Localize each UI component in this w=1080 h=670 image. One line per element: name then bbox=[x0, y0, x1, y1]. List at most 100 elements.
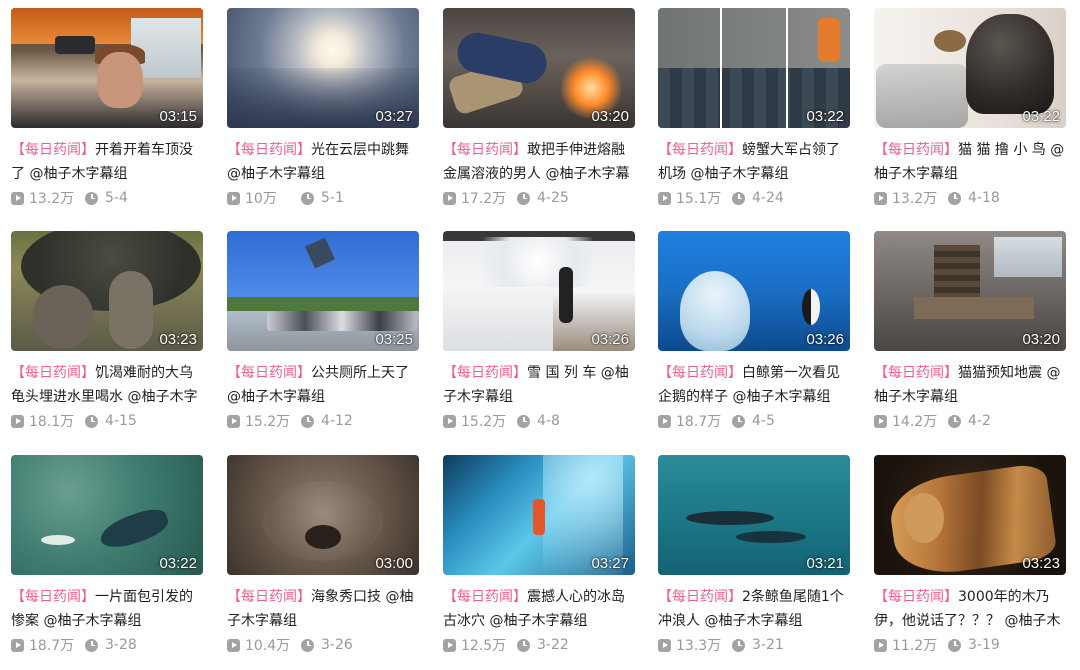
video-duration: 03:26 bbox=[591, 331, 629, 348]
upload-date: 4-25 bbox=[537, 190, 569, 206]
video-tag: 【每日药闻】 bbox=[11, 365, 95, 381]
video-title[interactable]: 【每日药闻】一片面包引发的惨案 @柚子木字幕组 bbox=[11, 585, 205, 633]
video-meta: 15.2万 4-8 bbox=[443, 411, 635, 431]
video-meta: 14.2万 4-2 bbox=[874, 411, 1066, 431]
clock-icon bbox=[732, 638, 745, 652]
view-count: 13.3万 bbox=[676, 638, 722, 654]
clock-icon bbox=[85, 414, 98, 428]
play-count-icon bbox=[11, 191, 24, 205]
video-tag: 【每日药闻】 bbox=[443, 589, 527, 605]
upload-date: 4-5 bbox=[752, 413, 775, 429]
video-title[interactable]: 【每日药闻】公共厕所上天了 @柚子木字幕组 bbox=[227, 361, 421, 409]
video-card[interactable]: 03:22 【每日药闻】一片面包引发的惨案 @柚子木字幕组 18.7万 3-28 bbox=[11, 455, 203, 655]
upload-date: 5-4 bbox=[105, 190, 128, 206]
video-thumbnail[interactable]: 03:25 bbox=[227, 231, 419, 351]
video-card[interactable]: 03:26 【每日药闻】雪 国 列 车 @柚子木字幕组 15.2万 4-8 bbox=[443, 231, 635, 431]
video-thumbnail[interactable]: 03:20 bbox=[874, 231, 1066, 351]
video-title[interactable]: 【每日药闻】2条鲸鱼尾随1个冲浪人 @柚子木字幕组 bbox=[658, 585, 852, 633]
video-meta: 10.4万 3-26 bbox=[227, 635, 419, 655]
video-title[interactable]: 【每日药闻】3000年的木乃伊，他说话了？？？ @柚子木 bbox=[874, 585, 1068, 633]
video-card[interactable]: 03:22 【每日药闻】螃蟹大军占领了机场 @柚子木字幕组 15.1万 4-24 bbox=[658, 8, 850, 208]
clock-icon bbox=[732, 191, 745, 205]
video-duration: 03:27 bbox=[375, 108, 413, 125]
video-title[interactable]: 【每日药闻】猫 猫 撸 小 鸟 @柚子木字幕组 bbox=[874, 138, 1068, 186]
play-count-icon bbox=[443, 638, 456, 652]
clock-icon bbox=[85, 638, 98, 652]
video-title[interactable]: 【每日药闻】震撼人心的冰岛古冰穴 @柚子木字幕组 bbox=[443, 585, 637, 633]
video-card[interactable]: 03:21 【每日药闻】2条鲸鱼尾随1个冲浪人 @柚子木字幕组 13.3万 3-… bbox=[658, 455, 850, 655]
video-thumbnail[interactable]: 03:23 bbox=[11, 231, 203, 351]
upload-date: 4-12 bbox=[321, 413, 353, 429]
video-duration: 03:25 bbox=[375, 331, 413, 348]
video-meta: 15.2万 4-12 bbox=[227, 411, 419, 431]
video-card[interactable]: 03:20 【每日药闻】猫猫预知地震 @柚子木字幕组 14.2万 4-2 bbox=[874, 231, 1066, 431]
video-card[interactable]: 03:15 【每日药闻】开着开着车顶没了 @柚子木字幕组 13.2万 5-4 bbox=[11, 8, 203, 208]
video-thumbnail[interactable]: 03:27 bbox=[227, 8, 419, 128]
video-tag: 【每日药闻】 bbox=[227, 589, 311, 605]
video-duration: 03:21 bbox=[806, 555, 844, 572]
video-title[interactable]: 【每日药闻】光在云层中跳舞 @柚子木字幕组 bbox=[227, 138, 421, 186]
video-card[interactable]: 03:23 【每日药闻】饥渴难耐的大乌龟头埋进水里喝水 @柚子木字 18.1万 … bbox=[11, 231, 203, 431]
view-count: 10万 bbox=[245, 191, 277, 207]
view-count: 15.1万 bbox=[676, 191, 722, 207]
video-title[interactable]: 【每日药闻】饥渴难耐的大乌龟头埋进水里喝水 @柚子木字 bbox=[11, 361, 205, 409]
video-thumbnail[interactable]: 03:00 bbox=[227, 455, 419, 575]
play-count-icon bbox=[227, 414, 240, 428]
view-count: 11.2万 bbox=[892, 638, 938, 654]
video-card[interactable]: 03:26 【每日药闻】白鲸第一次看见企鹅的样子 @柚子木字幕组 18.7万 4… bbox=[658, 231, 850, 431]
video-duration: 03:00 bbox=[375, 555, 413, 572]
video-title[interactable]: 【每日药闻】雪 国 列 车 @柚子木字幕组 bbox=[443, 361, 637, 409]
video-thumbnail[interactable]: 03:21 bbox=[658, 455, 850, 575]
video-thumbnail[interactable]: 03:26 bbox=[443, 231, 635, 351]
clock-icon bbox=[948, 191, 961, 205]
play-count-icon bbox=[658, 191, 671, 205]
upload-date: 4-18 bbox=[968, 190, 1000, 206]
video-tag: 【每日药闻】 bbox=[11, 589, 95, 605]
video-card[interactable]: 03:27 【每日药闻】震撼人心的冰岛古冰穴 @柚子木字幕组 12.5万 3-2… bbox=[443, 455, 635, 655]
play-count-icon bbox=[658, 414, 671, 428]
play-count-icon bbox=[11, 638, 24, 652]
video-meta: 18.7万 4-5 bbox=[658, 411, 850, 431]
video-tag: 【每日药闻】 bbox=[658, 142, 742, 158]
play-count-icon bbox=[874, 191, 887, 205]
video-title[interactable]: 【每日药闻】螃蟹大军占领了机场 @柚子木字幕组 bbox=[658, 138, 852, 186]
clock-icon bbox=[517, 414, 530, 428]
video-meta: 18.1万 4-15 bbox=[11, 411, 203, 431]
video-thumbnail[interactable]: 03:27 bbox=[443, 455, 635, 575]
video-title[interactable]: 【每日药闻】海象秀口技 @柚子木字幕组 bbox=[227, 585, 421, 633]
video-card[interactable]: 03:22 【每日药闻】猫 猫 撸 小 鸟 @柚子木字幕组 13.2万 4-18 bbox=[874, 8, 1066, 208]
video-thumbnail[interactable]: 03:26 bbox=[658, 231, 850, 351]
upload-date: 3-22 bbox=[537, 637, 569, 653]
video-thumbnail[interactable]: 03:22 bbox=[658, 8, 850, 128]
video-duration: 03:26 bbox=[806, 331, 844, 348]
video-thumbnail[interactable]: 03:22 bbox=[11, 455, 203, 575]
view-count: 13.2万 bbox=[29, 191, 75, 207]
video-meta: 17.2万 4-25 bbox=[443, 188, 635, 208]
video-meta: 11.2万 3-19 bbox=[874, 635, 1066, 655]
video-thumbnail[interactable]: 03:20 bbox=[443, 8, 635, 128]
clock-icon bbox=[301, 191, 314, 205]
video-tag: 【每日药闻】 bbox=[227, 365, 311, 381]
video-meta: 13.2万 4-18 bbox=[874, 188, 1066, 208]
video-tag: 【每日药闻】 bbox=[11, 142, 95, 158]
video-card[interactable]: 03:23 【每日药闻】3000年的木乃伊，他说话了？？？ @柚子木 11.2万… bbox=[874, 455, 1066, 655]
play-count-icon bbox=[443, 191, 456, 205]
video-title[interactable]: 【每日药闻】猫猫预知地震 @柚子木字幕组 bbox=[874, 361, 1068, 409]
video-title[interactable]: 【每日药闻】白鲸第一次看见企鹅的样子 @柚子木字幕组 bbox=[658, 361, 852, 409]
video-title[interactable]: 【每日药闻】敢把手伸进熔融金属溶液的男人 @柚子木字幕 bbox=[443, 138, 637, 186]
video-card[interactable]: 03:27 【每日药闻】光在云层中跳舞 @柚子木字幕组 10万 5-1 bbox=[227, 8, 419, 208]
video-title[interactable]: 【每日药闻】开着开着车顶没了 @柚子木字幕组 bbox=[11, 138, 205, 186]
video-thumbnail[interactable]: 03:23 bbox=[874, 455, 1066, 575]
video-card[interactable]: 03:25 【每日药闻】公共厕所上天了 @柚子木字幕组 15.2万 4-12 bbox=[227, 231, 419, 431]
video-thumbnail[interactable]: 03:22 bbox=[874, 8, 1066, 128]
upload-date: 5-1 bbox=[321, 190, 344, 206]
video-card[interactable]: 03:20 【每日药闻】敢把手伸进熔融金属溶液的男人 @柚子木字幕 17.2万 … bbox=[443, 8, 635, 208]
play-count-icon bbox=[443, 414, 456, 428]
video-tag: 【每日药闻】 bbox=[874, 589, 958, 605]
video-card[interactable]: 03:00 【每日药闻】海象秀口技 @柚子木字幕组 10.4万 3-26 bbox=[227, 455, 419, 655]
video-meta: 10万 5-1 bbox=[227, 188, 419, 208]
video-grid: 03:15 【每日药闻】开着开着车顶没了 @柚子木字幕组 13.2万 5-4 0… bbox=[0, 0, 1080, 670]
clock-icon bbox=[517, 191, 530, 205]
video-thumbnail[interactable]: 03:15 bbox=[11, 8, 203, 128]
clock-icon bbox=[948, 414, 961, 428]
